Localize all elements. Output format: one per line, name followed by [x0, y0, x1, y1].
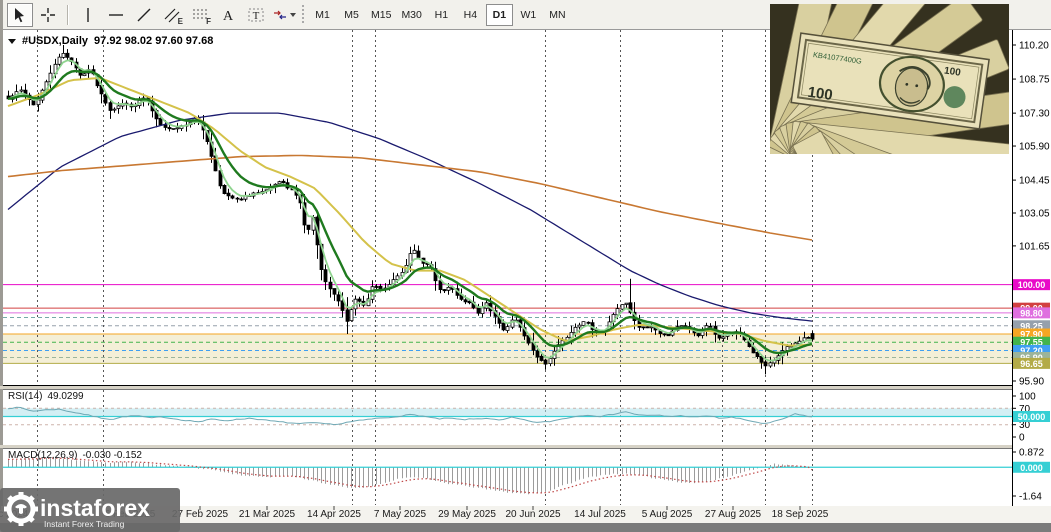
chart-title-row: #USDX,Daily 97.92 98.02 97.60 97.68 [8, 35, 213, 47]
tool-horizontal-line-button[interactable] [103, 3, 129, 27]
tf-h1-button[interactable]: H1 [428, 4, 455, 26]
logo-wordmark: instaforex [40, 495, 150, 521]
rsi-pane[interactable] [3, 389, 1012, 446]
tool-glyph: F [206, 17, 211, 26]
chart-symbol-title: #USDX,Daily [22, 35, 88, 47]
symbol-dropdown-icon[interactable] [8, 39, 16, 44]
tool-glyph: E [178, 17, 183, 26]
date-axis-label: 27 Aug 2025 [705, 509, 761, 520]
tool-label-button[interactable]: T [243, 3, 269, 27]
mt4-chart-window: EFATM1M5M15M30H1H4D1W1MN 19 Dec 20246 Fe… [0, 0, 1051, 532]
date-axis-label: 18 Sep 2025 [772, 509, 829, 520]
date-axis-label: 7 May 2025 [374, 509, 426, 520]
tf-mn-button[interactable]: MN [544, 4, 571, 26]
date-axis-label: 14 Apr 2025 [307, 509, 361, 520]
date-axis-label: 29 May 2025 [438, 509, 496, 520]
rsi-indicator-name: RSI(14) [8, 391, 42, 402]
chart-ohlc-values: 97.92 98.02 97.60 97.68 [94, 35, 213, 47]
tf-m5-button[interactable]: M5 [338, 4, 365, 26]
tool-equidistant-channel-button[interactable]: E [159, 3, 185, 27]
macd-indicator-values: -0.030 -0.152 [82, 450, 142, 461]
svg-text:T: T [253, 10, 260, 22]
tf-m1-button[interactable]: M1 [309, 4, 336, 26]
tool-cursor-button[interactable] [7, 3, 33, 27]
tf-m30-button[interactable]: M30 [397, 4, 425, 26]
date-axis-label: 20 Jun 2025 [505, 509, 560, 520]
dollar-bills-photo: KB41077400G 100 100 [770, 4, 1009, 154]
tf-m15-button[interactable]: M15 [367, 4, 395, 26]
macd-indicator-name: MACD(12,26,9) [8, 450, 77, 461]
tf-w1-button[interactable]: W1 [515, 4, 542, 26]
tool-shapes-button[interactable] [271, 3, 297, 27]
macd-label-row: MACD(12,26,9) -0.030 -0.152 [8, 450, 142, 461]
tool-text-button[interactable]: A [215, 3, 241, 27]
logo-tagline: Instant Forex Trading [44, 519, 125, 529]
rsi-indicator-value: 49.0299 [47, 391, 83, 402]
price-axis[interactable] [1012, 30, 1051, 523]
date-axis-label: 27 Feb 2025 [172, 509, 228, 520]
instaforex-watermark: instaforex Instant Forex Trading [0, 486, 180, 532]
date-axis-label: 14 Jul 2025 [574, 509, 626, 520]
tf-h4-button[interactable]: H4 [457, 4, 484, 26]
date-axis-label: 21 Mar 2025 [239, 509, 295, 520]
date-axis-label: 5 Aug 2025 [642, 509, 693, 520]
tool-fibonacci-button[interactable]: F [187, 3, 213, 27]
rsi-label-row: RSI(14) 49.0299 [8, 391, 84, 402]
bill-denomination: 100 [807, 84, 834, 104]
tf-d1-button[interactable]: D1 [486, 4, 513, 26]
svg-text:A: A [223, 9, 234, 23]
tool-crosshair-button[interactable] [35, 3, 61, 27]
chevron-down-icon [290, 13, 296, 17]
tool-trendline-button[interactable] [131, 3, 157, 27]
tool-vertical-line-button[interactable] [75, 3, 101, 27]
